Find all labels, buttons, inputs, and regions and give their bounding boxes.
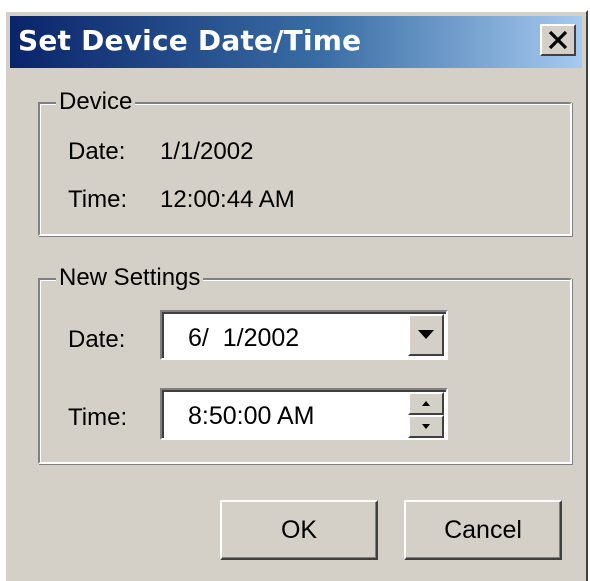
close-icon [548,31,568,49]
new-time-spinner[interactable]: 8:50:00 AM [160,388,448,440]
new-date-picker[interactable]: 6/ 1/2002 [160,310,448,360]
device-group: Device Date: 1/1/2002 Time: 12:00:44 AM [38,88,572,236]
window-title: Set Device Date/Time [18,24,362,57]
spin-up-icon [422,401,430,406]
spin-down-icon [422,424,430,429]
new-time-value[interactable]: 8:50:00 AM [188,402,314,430]
new-settings-group: New Settings Date: 6/ 1/2002 Time: 8:50:… [38,264,572,464]
device-time-label: Time: [68,186,128,213]
date-dropdown-button[interactable] [408,314,444,356]
new-date-value[interactable]: 6/ 1/2002 [188,324,299,352]
device-group-title: Device [56,88,136,116]
device-date-value: 1/1/2002 [160,138,254,165]
cancel-button[interactable]: Cancel [404,500,562,560]
set-device-date-time-dialog: Set Device Date/Time Device Date: 1/1/20… [4,10,588,581]
device-date-label: Date: [68,138,126,165]
dropdown-arrow-icon [418,330,434,339]
title-bar[interactable]: Set Device Date/Time [10,16,582,68]
new-settings-group-title: New Settings [56,264,204,292]
ok-button[interactable]: OK [220,500,378,560]
time-spin-down-button[interactable] [408,415,444,438]
new-date-label: Date: [68,326,126,353]
close-button[interactable] [540,24,576,56]
new-time-label: Time: [68,404,128,431]
device-time-value: 12:00:44 AM [160,186,295,213]
time-spin-up-button[interactable] [408,392,444,415]
